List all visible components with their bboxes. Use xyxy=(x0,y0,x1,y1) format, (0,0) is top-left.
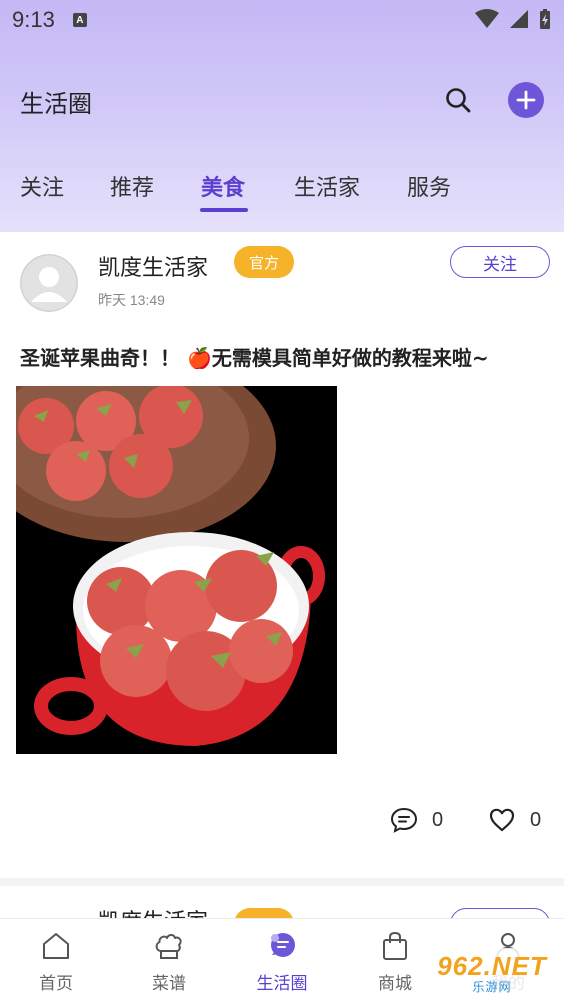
plus-icon xyxy=(516,90,536,110)
header: 9:13 A 生活圈 关注 推荐 美食 生活家 服务 xyxy=(0,0,564,232)
shopping-bag-icon xyxy=(383,931,407,960)
apple-cookies-photo xyxy=(16,386,337,754)
status-time: 9:13 xyxy=(12,7,55,32)
watermark-logo: 962.NET 乐游网 xyxy=(426,948,558,1000)
tab-indicator xyxy=(200,208,248,212)
nav-shop[interactable]: 商城 xyxy=(355,929,435,994)
signal-icon xyxy=(510,10,528,28)
tab-life-expert[interactable]: 生活家 xyxy=(294,170,360,202)
watermark-top: 962.NET xyxy=(437,951,547,981)
nav-life-circle-label: 生活圈 xyxy=(256,974,308,994)
post-card[interactable]: 凯度生活家 官方 昨天 13:49 关注 圣诞苹果曲奇！！ 🍎无需模具简单好做的… xyxy=(0,232,564,878)
category-tabs: 关注 推荐 美食 生活家 服务 xyxy=(0,160,564,216)
page-title: 生活圈 xyxy=(20,90,92,118)
tab-follow[interactable]: 关注 xyxy=(20,170,64,202)
avatar[interactable] xyxy=(20,254,78,312)
status-bar: 9:13 A xyxy=(0,0,564,40)
home-icon xyxy=(43,933,69,959)
wifi-icon xyxy=(475,9,499,28)
comment-count: 0 xyxy=(432,808,444,831)
add-button[interactable] xyxy=(508,82,544,118)
tab-recommend[interactable]: 推荐 xyxy=(110,170,154,202)
comment-action[interactable]: 0 xyxy=(390,806,443,834)
search-icon[interactable] xyxy=(444,86,472,114)
heart-icon xyxy=(489,808,515,832)
chat-bubble-icon xyxy=(271,933,295,957)
like-count: 0 xyxy=(530,808,542,831)
tab-food[interactable]: 美食 xyxy=(201,170,245,202)
notification-icon: A xyxy=(72,13,87,27)
nav-home-label: 首页 xyxy=(39,974,73,994)
tab-service[interactable]: 服务 xyxy=(407,170,451,202)
comment-icon xyxy=(390,807,418,833)
nav-life-circle[interactable]: 生活圈 xyxy=(242,929,322,994)
nav-shop-label: 商城 xyxy=(378,974,412,994)
like-action[interactable]: 0 xyxy=(488,806,541,834)
post-image[interactable] xyxy=(16,386,337,754)
follow-button[interactable]: 关注 xyxy=(450,246,550,278)
nav-recipes-label: 菜谱 xyxy=(152,974,186,994)
chef-hat-icon xyxy=(155,934,182,959)
title-row: 生活圈 xyxy=(20,80,544,120)
official-badge: 官方 xyxy=(234,246,294,278)
status-icons xyxy=(474,8,552,30)
post-time: 昨天 13:49 xyxy=(98,292,165,308)
battery-icon xyxy=(540,9,550,29)
default-avatar-icon xyxy=(20,254,78,312)
nav-recipes[interactable]: 菜谱 xyxy=(129,929,209,994)
watermark-bottom: 乐游网 xyxy=(472,980,512,994)
post-title[interactable]: 圣诞苹果曲奇！！ 🍎无需模具简单好做的教程来啦~ xyxy=(20,342,489,371)
author-name[interactable]: 凯度生活家 xyxy=(98,250,208,282)
nav-home[interactable]: 首页 xyxy=(16,929,96,994)
